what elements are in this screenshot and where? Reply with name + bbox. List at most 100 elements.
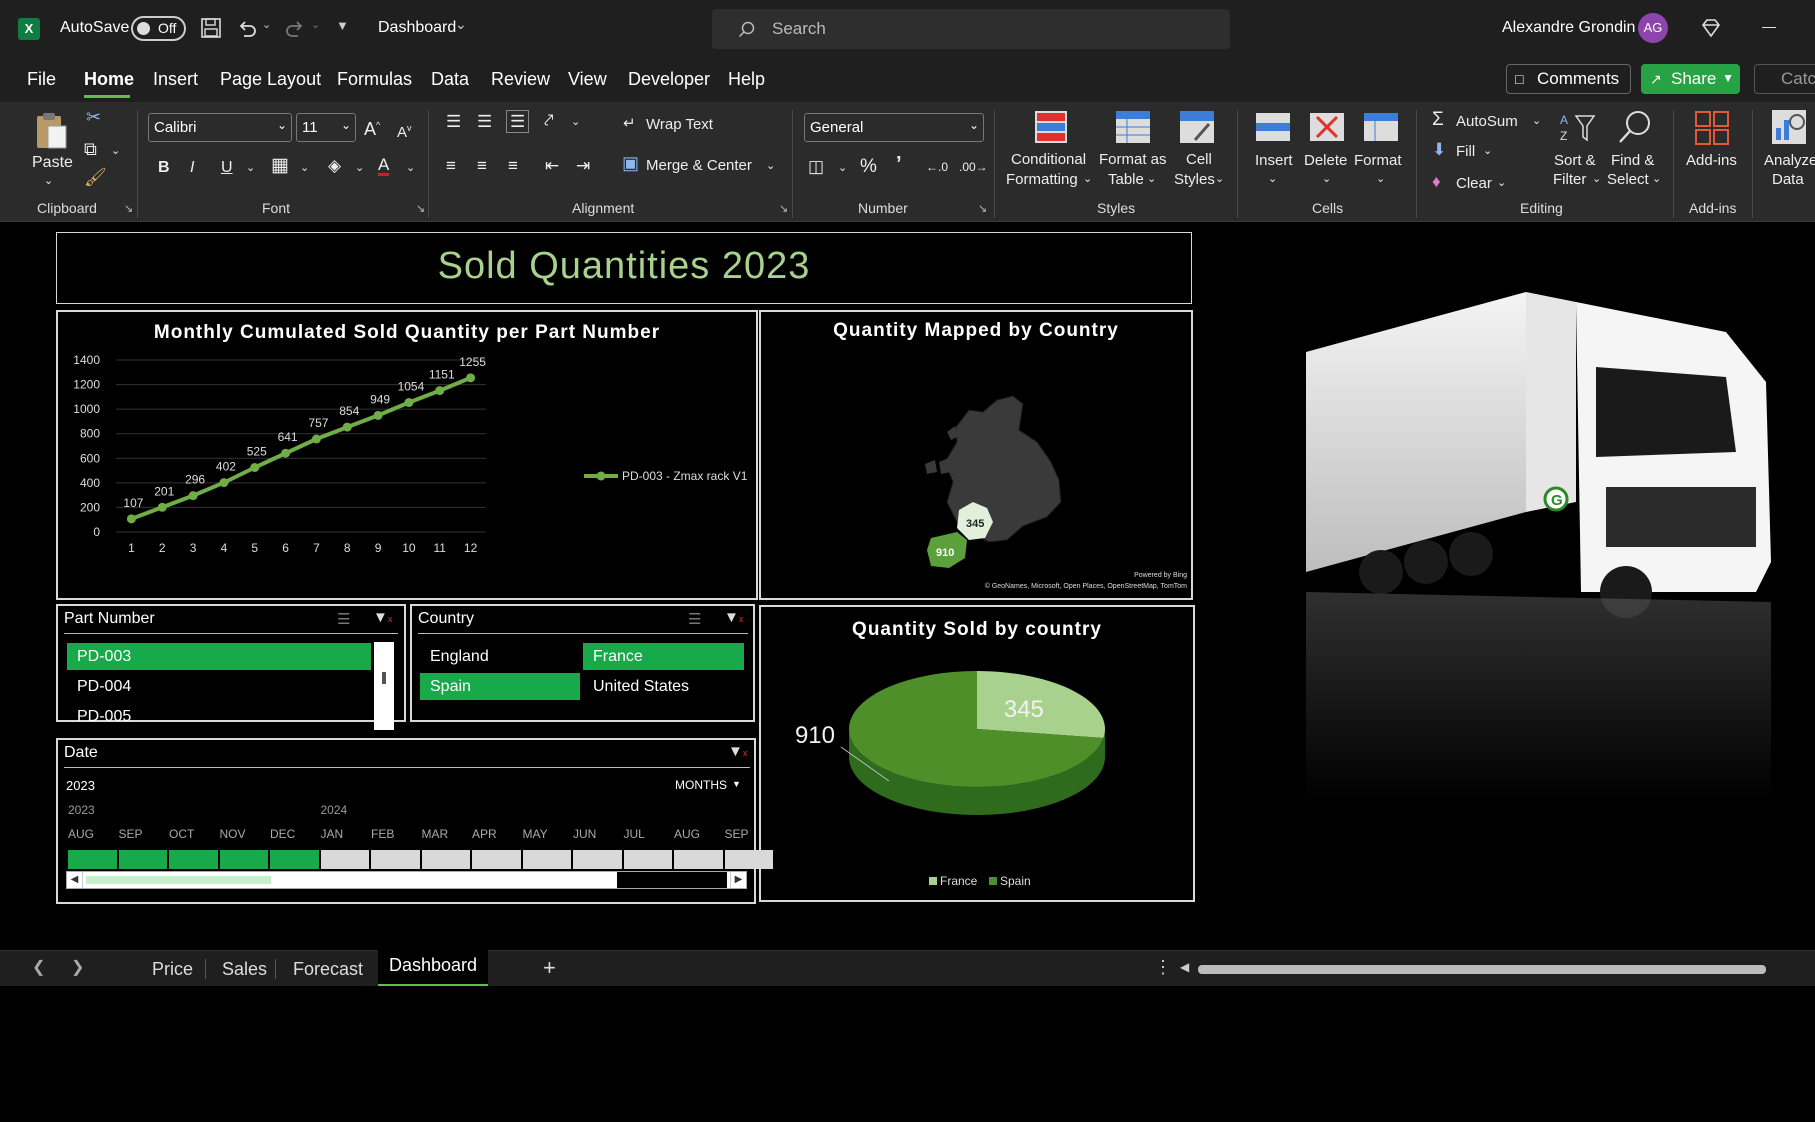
italic-icon[interactable]: I <box>190 158 194 177</box>
clear-button[interactable]: Clear <box>1456 174 1492 193</box>
horizontal-scrollbar-thumb[interactable] <box>1198 965 1766 974</box>
comma-style-icon[interactable]: ’ <box>896 154 902 174</box>
search-box[interactable]: Search <box>712 9 1230 49</box>
sort-filter-icon[interactable]: AZ <box>1558 110 1596 146</box>
font-color-icon[interactable]: A <box>378 156 390 176</box>
share-dropdown-icon[interactable]: ▼ <box>1722 63 1734 93</box>
menu-home[interactable]: Home <box>84 69 134 90</box>
decrease-indent-icon[interactable]: ⇤ <box>545 156 559 175</box>
insert-cells-icon[interactable] <box>1255 112 1291 142</box>
font-color-dropdown-icon[interactable]: ⌄ <box>406 159 415 178</box>
part-number-item[interactable]: PD-005 <box>67 703 371 730</box>
clear-filter-icon[interactable]: ▼x <box>373 609 392 626</box>
merge-center-icon[interactable]: ▣ <box>622 154 639 173</box>
menu-developer[interactable]: Developer <box>628 69 710 90</box>
number-format-select[interactable]: General ⌄ <box>804 113 984 142</box>
date-timeline[interactable]: Date ▼x 2023 MONTHS ▼ 2023 2024 AUG SEP OCT N… <box>56 738 773 904</box>
menu-file[interactable]: File <box>27 69 56 90</box>
accounting-format-icon[interactable]: ◫ <box>808 157 824 176</box>
autosum-dropdown-icon[interactable]: ⌄ <box>1532 112 1541 131</box>
timeline-month-cell[interactable] <box>270 850 319 869</box>
font-dialog-launcher-icon[interactable]: ↘ <box>416 202 425 215</box>
underline-dropdown-icon[interactable]: ⌄ <box>246 159 255 178</box>
fill-button[interactable]: Fill <box>1456 142 1475 161</box>
timeline-month-cell[interactable] <box>522 850 571 869</box>
align-center-icon[interactable]: ≡ <box>477 156 487 175</box>
delete-cells-dropdown-icon[interactable]: ⌄ <box>1322 170 1331 189</box>
fill-icon[interactable]: ⬇ <box>1432 140 1446 159</box>
menu-review[interactable]: Review <box>491 69 550 90</box>
insert-cells-button[interactable]: Insert <box>1255 151 1293 170</box>
format-as-table-line1[interactable]: Format as <box>1099 150 1167 169</box>
conditional-formatting-line2[interactable]: Formatting <box>1006 170 1078 189</box>
format-as-table-dropdown-icon[interactable]: ⌄ <box>1147 170 1156 189</box>
undo-icon[interactable] <box>236 17 258 39</box>
timeline-month-cell[interactable] <box>472 850 521 869</box>
orientation-dropdown-icon[interactable]: ⌄ <box>571 113 580 132</box>
cell-styles-icon[interactable] <box>1179 110 1215 144</box>
cell-styles-line2[interactable]: Styles <box>1174 170 1215 189</box>
conditional-formatting-dropdown-icon[interactable]: ⌄ <box>1083 170 1092 189</box>
sheet-tab-forecast[interactable]: Forecast <box>293 951 363 987</box>
wrap-text-button[interactable]: Wrap Text <box>646 115 713 134</box>
add-ins-button[interactable]: Add-ins <box>1686 151 1737 170</box>
next-sheet-icon[interactable]: ❯ <box>71 957 84 977</box>
undo-dropdown-icon[interactable]: ⌄ <box>262 18 271 31</box>
scroll-right-icon[interactable]: ▶ <box>730 872 746 888</box>
delete-cells-icon[interactable] <box>1309 112 1345 142</box>
format-cells-button[interactable]: Format <box>1354 151 1402 170</box>
conditional-formatting-icon[interactable] <box>1034 110 1068 144</box>
sheet-tab-sales[interactable]: Sales <box>222 951 267 987</box>
borders-dropdown-icon[interactable]: ⌄ <box>300 159 309 178</box>
menu-data[interactable]: Data <box>431 69 469 90</box>
merge-dropdown-icon[interactable]: ⌄ <box>766 157 775 176</box>
redo-dropdown-icon[interactable]: ⌄ <box>311 18 320 31</box>
format-cells-icon[interactable] <box>1363 112 1399 142</box>
menu-insert[interactable]: Insert <box>153 69 198 90</box>
worksheet-area[interactable]: G Sold Quantities 2023 Monthly Cumulated… <box>0 222 1815 950</box>
timeline-month-cell[interactable] <box>623 850 672 869</box>
timeline-scrollbar[interactable]: ◀ ▶ <box>66 871 747 889</box>
customize-qat-icon[interactable]: ▼ <box>336 18 349 33</box>
part-number-slicer[interactable]: Part Number ☰ ▼x PD-003 PD-004 PD-005 <box>56 604 406 730</box>
copy-dropdown-icon[interactable]: ⌄ <box>111 142 120 161</box>
cell-styles-dropdown-icon[interactable]: ⌄ <box>1215 170 1224 189</box>
sort-filter-dropdown-icon[interactable]: ⌄ <box>1592 170 1601 189</box>
part-number-item[interactable]: PD-003 <box>67 643 371 670</box>
avatar[interactable]: AG <box>1638 13 1668 43</box>
add-ins-icon[interactable] <box>1694 110 1730 146</box>
find-select-line2[interactable]: Select <box>1607 170 1649 189</box>
autosum-icon[interactable]: Σ <box>1432 110 1444 129</box>
line-chart[interactable]: 02004006008001000120014001 2 3 4 5 6 7 8 9 10 11 12… <box>58 312 756 598</box>
increase-decimal-icon[interactable]: ←.0 <box>926 158 948 177</box>
align-bottom-icon[interactable]: ☰ <box>506 110 530 133</box>
analyze-data-line1[interactable]: Analyze <box>1764 151 1815 170</box>
find-select-icon[interactable] <box>1616 108 1654 146</box>
save-icon[interactable] <box>200 17 222 39</box>
prev-sheet-icon[interactable]: ❮ <box>32 957 45 977</box>
format-as-table-icon[interactable] <box>1115 110 1151 144</box>
timeline-month-cell[interactable] <box>320 850 369 869</box>
country-item[interactable]: England <box>420 643 580 670</box>
clear-dropdown-icon[interactable]: ⌄ <box>1497 174 1506 193</box>
country-item[interactable]: France <box>583 643 744 670</box>
share-button[interactable]: ↗ Share ▼ <box>1641 64 1740 94</box>
borders-icon[interactable]: ▦ <box>271 156 289 175</box>
paste-button[interactable]: Paste <box>32 153 73 172</box>
sort-filter-line1[interactable]: Sort & <box>1554 151 1596 170</box>
increase-font-size-icon[interactable]: A^ <box>364 116 380 139</box>
menu-formulas[interactable]: Formulas <box>337 69 412 90</box>
timeline-month-cell[interactable] <box>118 850 167 869</box>
timeline-month-cell[interactable] <box>421 850 470 869</box>
align-middle-icon[interactable]: ☰ <box>477 112 492 131</box>
underline-icon[interactable]: U <box>221 158 233 177</box>
delete-cells-button[interactable]: Delete <box>1304 151 1347 170</box>
format-painter-icon[interactable]: 🖌 <box>84 168 107 187</box>
diamond-icon[interactable] <box>1700 17 1722 39</box>
document-title[interactable]: Dashboard <box>378 19 456 37</box>
user-name[interactable]: Alexandre Grondin <box>1502 19 1635 37</box>
increase-indent-icon[interactable]: ⇥ <box>576 156 590 175</box>
country-item[interactable]: United States <box>583 673 744 700</box>
fill-color-icon[interactable]: ◈ <box>328 156 341 175</box>
number-dialog-launcher-icon[interactable]: ↘ <box>978 202 987 215</box>
